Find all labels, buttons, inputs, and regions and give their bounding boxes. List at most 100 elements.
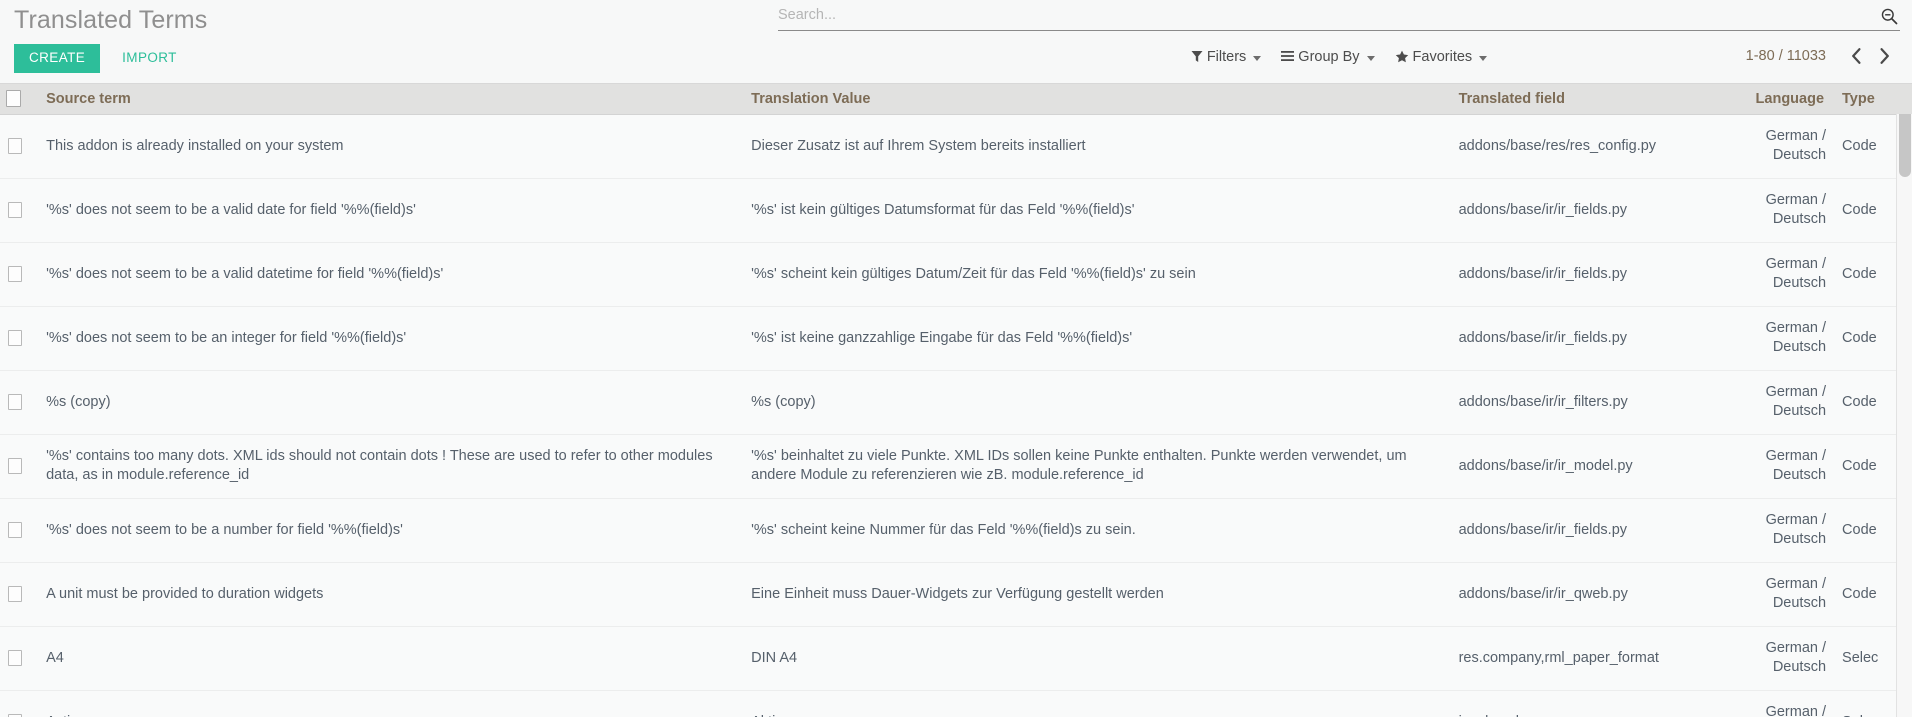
row-checkbox[interactable] [8, 393, 22, 410]
cell-type: Code [1834, 242, 1896, 307]
table-row[interactable]: %s (copy) %s (copy) addons/base/ir/ir_filt… [0, 370, 1896, 435]
bars-icon [1281, 50, 1295, 64]
column-header-translation-value[interactable]: Translation Value [743, 84, 1451, 115]
search-options: Filters Group By Favorites [778, 44, 1900, 70]
filters-dropdown[interactable]: Filters [1191, 49, 1262, 65]
cell-translated-field: res.company,rml_paper_format [1450, 626, 1727, 691]
row-checkbox[interactable] [8, 137, 22, 154]
cell-language: German / Deutsch [1726, 306, 1835, 371]
row-checkbox[interactable] [8, 201, 22, 218]
cell-source-term: '%s' does not seem to be a number for fi… [38, 498, 744, 563]
cell-source-term: '%s' does not seem to be a valid datetim… [38, 242, 744, 307]
row-checkbox[interactable] [8, 521, 22, 538]
control-panel: Translated Terms CREATE IMPORT Search...… [0, 0, 1912, 84]
cell-translated-field: addons/base/ir/ir_fields.py [1450, 306, 1727, 371]
group-by-label: Group By [1298, 49, 1360, 65]
pager-value: 1-80 / 11033 [1745, 48, 1826, 64]
select-all-header [0, 84, 39, 115]
pager: 1-80 / 11033 [1746, 45, 1898, 67]
row-select-cell [0, 114, 39, 179]
row-select-cell [0, 690, 39, 717]
cell-translation-value: Eine Einheit muss Dauer-Widgets zur Verf… [743, 562, 1451, 627]
column-header-language[interactable]: Language [1726, 84, 1835, 115]
table-header: Source term Translation Value Translated… [0, 84, 1896, 115]
pager-next-button[interactable] [1870, 45, 1898, 67]
cell-language: German / Deutsch [1726, 370, 1835, 435]
row-checkbox[interactable] [8, 649, 22, 666]
cell-translation-value: Aktion [743, 690, 1451, 717]
table-row[interactable]: This addon is already installed on your … [0, 114, 1896, 179]
cell-type: Selec [1834, 690, 1896, 717]
table-row[interactable]: '%s' does not seem to be an integer for … [0, 306, 1896, 371]
row-select-cell [0, 498, 39, 563]
table-row[interactable]: A unit must be provided to duration widg… [0, 562, 1896, 627]
translated-terms-page: Translated Terms CREATE IMPORT Search...… [0, 0, 1912, 717]
import-button[interactable]: IMPORT [108, 44, 191, 73]
list-view: Source term Translation Value Translated… [0, 84, 1912, 717]
header-row: Source term Translation Value Translated… [0, 84, 1896, 115]
chevron-down-icon [1253, 55, 1262, 61]
cell-translated-field: addons/base/ir/ir_fields.py [1450, 242, 1727, 307]
cell-translation-value: '%s' scheint kein gültiges Datum/Zeit fü… [743, 242, 1451, 307]
cell-translation-value: Dieser Zusatz ist auf Ihrem System berei… [743, 114, 1451, 179]
favorites-dropdown[interactable]: Favorites [1395, 49, 1488, 65]
cell-type: Code [1834, 306, 1896, 371]
row-checkbox[interactable] [8, 329, 22, 346]
cell-language: German / Deutsch [1726, 626, 1835, 691]
row-checkbox[interactable] [8, 457, 22, 474]
table-row[interactable]: A4 DIN A4 res.company,rml_paper_format Germ… [0, 626, 1896, 691]
cell-type: Code [1834, 370, 1896, 435]
breadcrumb: Translated Terms [14, 6, 208, 34]
cell-source-term: %s (copy) [38, 370, 744, 435]
group-by-dropdown[interactable]: Group By [1281, 49, 1375, 65]
row-select-cell [0, 562, 39, 627]
table-row[interactable]: ActionAktionir.values,keyGerman / Deutsc… [0, 690, 1896, 717]
cell-translation-value: '%s' beinhaltet zu viele Punkte. XML IDs… [743, 434, 1451, 499]
search-minus-icon[interactable] [1878, 5, 1900, 27]
cell-type: Code [1834, 114, 1896, 179]
row-select-cell [0, 306, 39, 371]
vertical-scrollbar[interactable] [1896, 84, 1912, 717]
cell-translation-value: DIN A4 [743, 626, 1451, 691]
pager-previous-button[interactable] [1842, 45, 1870, 67]
row-select-cell [0, 242, 39, 307]
cell-language: German / Deutsch [1726, 690, 1835, 717]
cell-language: German / Deutsch [1726, 114, 1835, 179]
cell-translated-field: addons/base/ir/ir_filters.py [1450, 370, 1727, 435]
table-row[interactable]: '%s' does not seem to be a number for fi… [0, 498, 1896, 563]
select-all-checkbox[interactable] [6, 90, 21, 107]
star-icon [1395, 50, 1409, 65]
cell-source-term: '%s' does not seem to be a valid date fo… [38, 178, 744, 243]
search-input[interactable] [778, 6, 1868, 28]
table-row[interactable]: '%s' does not seem to be a valid date fo… [0, 178, 1896, 243]
filters-label: Filters [1206, 49, 1247, 65]
cell-type: Code [1834, 498, 1896, 563]
cell-language: German / Deutsch [1726, 434, 1835, 499]
cell-type: Code [1834, 434, 1896, 499]
cell-translation-value: '%s' ist keine ganzzahlige Eingabe für d… [743, 306, 1451, 371]
row-checkbox[interactable] [8, 265, 22, 282]
cell-translated-field: addons/base/res/res_config.py [1450, 114, 1727, 179]
cell-type: Selec [1834, 626, 1896, 691]
create-button[interactable]: CREATE [14, 44, 101, 73]
action-buttons: CREATE IMPORT [14, 44, 191, 73]
scrollbar-header-corner [1896, 84, 1912, 114]
cell-translated-field: addons/base/ir/ir_fields.py [1450, 178, 1727, 243]
chevron-down-icon [1366, 55, 1375, 61]
table-row[interactable]: '%s' does not seem to be a valid datetim… [0, 242, 1896, 307]
translated-terms-table: Source term Translation Value Translated… [0, 84, 1896, 717]
row-select-cell [0, 178, 39, 243]
column-header-source-term[interactable]: Source term [38, 84, 744, 115]
cell-translation-value: '%s' scheint keine Nummer für das Feld '… [743, 498, 1451, 563]
table-body: This addon is already installed on your … [0, 114, 1896, 717]
cell-language: German / Deutsch [1726, 242, 1835, 307]
cell-source-term: This addon is already installed on your … [38, 114, 744, 179]
row-checkbox[interactable] [8, 585, 22, 602]
cell-language: German / Deutsch [1726, 562, 1835, 627]
search-view [778, 6, 1900, 31]
row-select-cell [0, 626, 39, 691]
column-header-translated-field[interactable]: Translated field [1450, 84, 1727, 115]
column-header-type[interactable]: Type [1834, 84, 1896, 115]
table-row[interactable]: '%s' contains too many dots. XML ids sho… [0, 434, 1896, 499]
cell-source-term: '%s' does not seem to be an integer for … [38, 306, 744, 371]
